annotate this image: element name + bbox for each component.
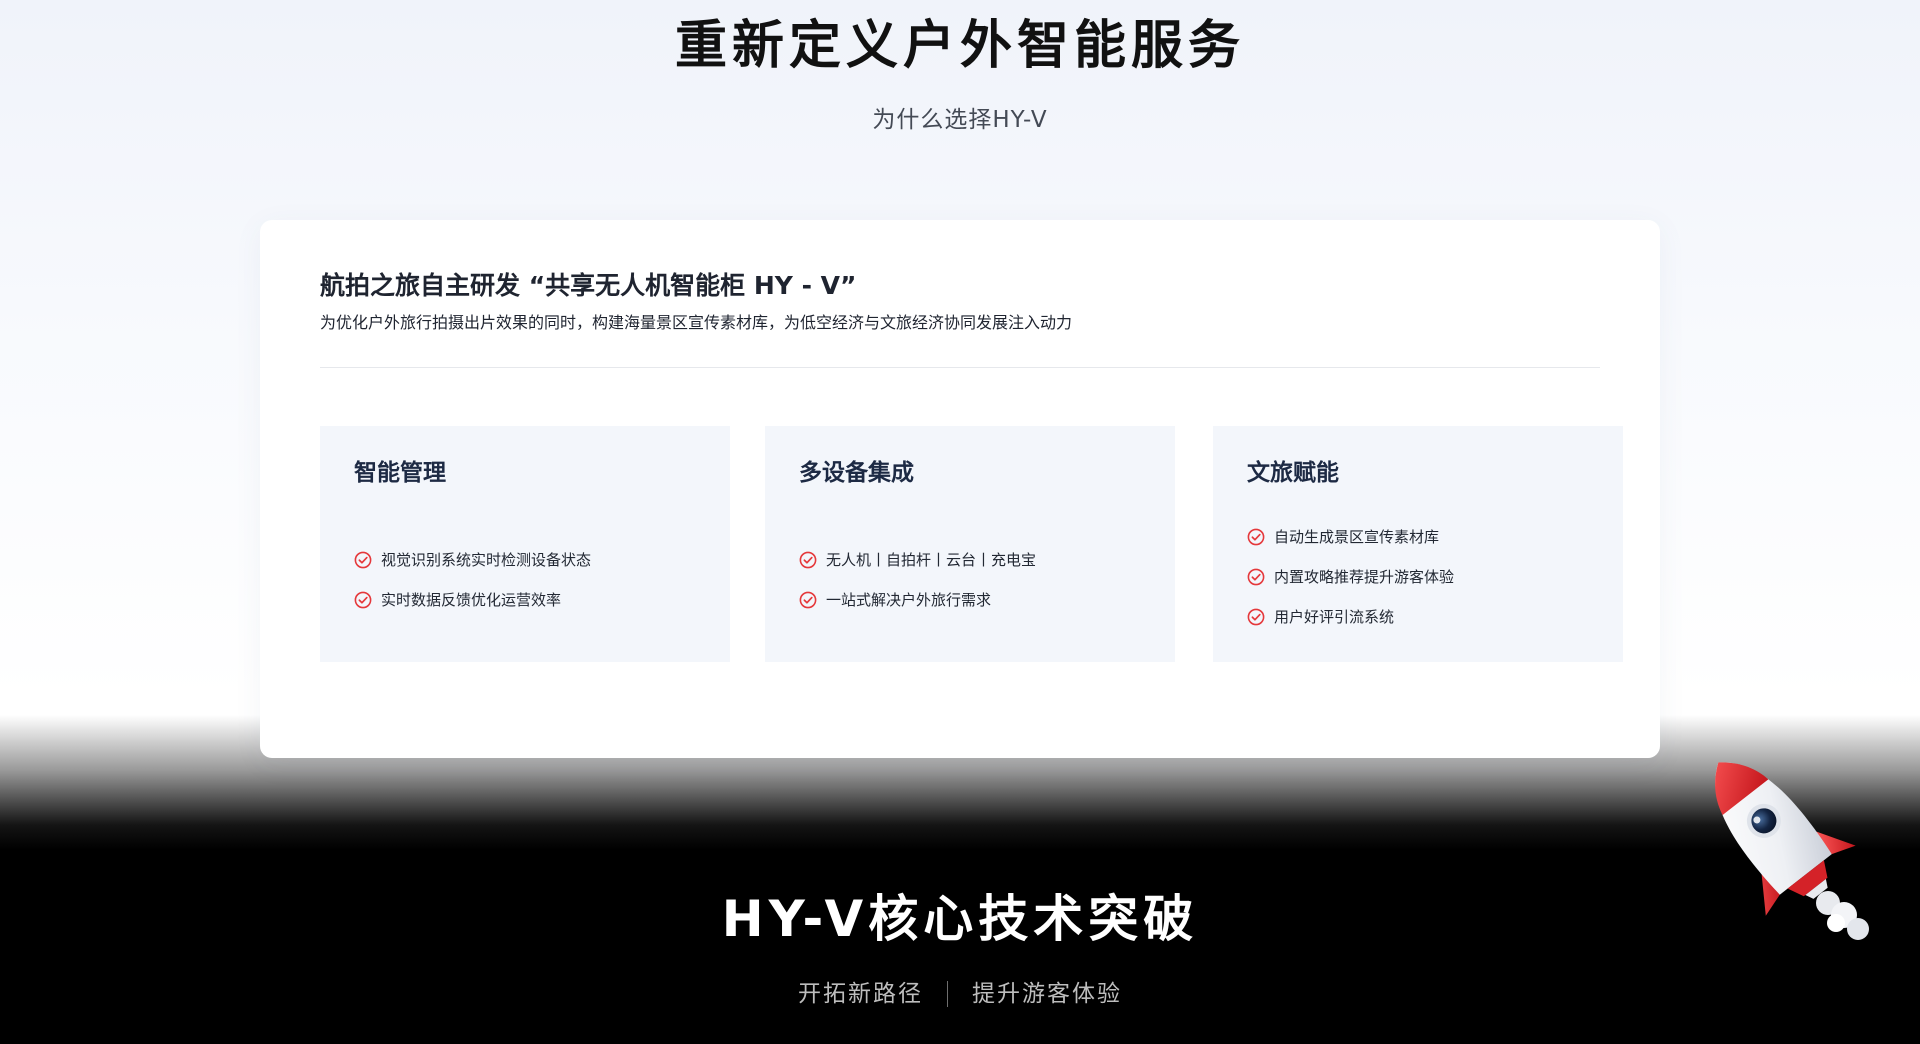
tagline-visitor-experience: 提升游客体验 (972, 981, 1122, 1007)
tagline-divider (947, 981, 948, 1007)
feature-item-label: 内置攻略推荐提升游客体验 (1274, 568, 1455, 586)
tagline-new-path: 开拓新路径 (798, 981, 923, 1007)
feature-item: 视觉识别系统实时检测设备状态 (354, 540, 591, 580)
feature-item: 一站式解决户外旅行需求 (799, 580, 1036, 620)
check-circle-icon (799, 591, 817, 609)
hero-title: 重新定义户外智能服务 (674, 16, 1245, 76)
check-circle-icon (799, 551, 817, 569)
feature-item: 实时数据反馈优化运营效率 (354, 580, 591, 620)
feature-item: 用户好评引流系统 (1247, 597, 1454, 637)
feature-item: 自动生成景区宣传素材库 (1247, 517, 1454, 557)
hero-subtitle: 为什么选择HY-V (872, 107, 1048, 133)
feature-title: 多设备集成 (799, 460, 914, 486)
check-circle-icon (354, 551, 372, 569)
feature-item-label: 视觉识别系统实时检测设备状态 (381, 551, 592, 569)
feature-item: 无人机丨自拍杆丨云台丨充电宝 (799, 540, 1036, 580)
feature-list: 自动生成景区宣传素材库 内置攻略推荐提升游客体验 用户好评引流系统 (1247, 517, 1454, 637)
tech-taglines: 开拓新路径 提升游客体验 (0, 978, 1920, 1010)
check-circle-icon (1247, 608, 1265, 626)
feature-title: 文旅赋能 (1247, 460, 1339, 486)
feature-item-label: 用户好评引流系统 (1274, 608, 1395, 626)
feature-item-label: 一站式解决户外旅行需求 (826, 591, 992, 609)
intro-card: 航拍之旅自主研发 “共享无人机智能柜 HY - V” 为优化户外旅行拍摄出片效果… (260, 220, 1660, 758)
check-circle-icon (1247, 528, 1265, 546)
check-circle-icon (354, 591, 372, 609)
feature-item-label: 无人机丨自拍杆丨云台丨充电宝 (826, 551, 1037, 569)
feature-list: 无人机丨自拍杆丨云台丨充电宝 一站式解决户外旅行需求 (799, 540, 1036, 620)
feature-list: 视觉识别系统实时检测设备状态 实时数据反馈优化运营效率 (354, 540, 591, 620)
feature-item-label: 实时数据反馈优化运营效率 (381, 591, 562, 609)
feature-card-smart-management: 智能管理 视觉识别系统实时检测设备状态 实时数据反馈优化运营效率 (320, 426, 730, 662)
intro-card-heading: 航拍之旅自主研发 “共享无人机智能柜 HY - V” (320, 271, 857, 300)
feature-card-multi-device: 多设备集成 无人机丨自拍杆丨云台丨充电宝 一站式解决户外旅行需求 (765, 426, 1175, 662)
tech-section-title: HY-V核心技术突破 (721, 890, 1199, 948)
feature-title: 智能管理 (354, 460, 446, 486)
intro-card-description: 为优化户外旅行拍摄出片效果的同时，构建海量景区宣传素材库，为低空经济与文旅经济协… (320, 313, 1073, 332)
intro-card-divider (320, 367, 1600, 368)
feature-card-cultural-tourism: 文旅赋能 自动生成景区宣传素材库 内置攻略推荐提升游客体验 用户好评引流系统 (1213, 426, 1623, 662)
check-circle-icon (1247, 568, 1265, 586)
feature-item: 内置攻略推荐提升游客体验 (1247, 557, 1454, 597)
feature-item-label: 自动生成景区宣传素材库 (1274, 528, 1440, 546)
